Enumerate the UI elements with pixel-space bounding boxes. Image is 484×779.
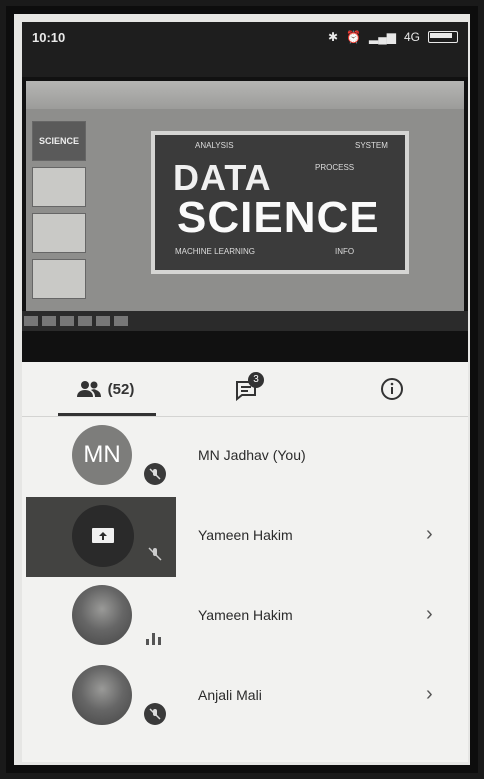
phone-screen: 10:10 ✱ ⏰ ▂▄▆ 4G SCIENCE ANALYSIS SYSTEM… bbox=[22, 22, 468, 762]
slide-thumbnail bbox=[32, 167, 86, 207]
avatar bbox=[72, 585, 132, 645]
bluetooth-icon: ✱ bbox=[328, 30, 339, 44]
chat-unread-badge: 3 bbox=[248, 372, 264, 388]
avatar bbox=[72, 665, 132, 725]
status-bar: 10:10 ✱ ⏰ ▂▄▆ 4G bbox=[22, 22, 468, 77]
info-icon bbox=[381, 378, 403, 400]
active-tab-indicator bbox=[58, 413, 156, 416]
chevron-right-icon[interactable]: › bbox=[426, 603, 433, 626]
shared-screen-video[interactable]: SCIENCE ANALYSIS SYSTEM PROCESS DATA SCI… bbox=[22, 77, 468, 362]
speaking-indicator-icon bbox=[146, 629, 168, 645]
tab-info[interactable] bbox=[362, 362, 422, 416]
people-icon bbox=[76, 381, 101, 397]
mic-off-icon bbox=[144, 463, 166, 485]
mic-off-icon bbox=[144, 703, 166, 725]
slide-thumbnail: SCIENCE bbox=[32, 121, 86, 161]
signal-icon: ▂▄▆ bbox=[369, 30, 396, 44]
app-ribbon bbox=[26, 81, 464, 109]
slide-label: SYSTEM bbox=[355, 141, 388, 150]
tab-people[interactable]: (52) bbox=[50, 362, 160, 416]
present-screen-icon bbox=[92, 528, 114, 543]
slide-thumbnails: SCIENCE bbox=[32, 121, 88, 305]
avatar: MN bbox=[72, 425, 132, 485]
avatar bbox=[72, 505, 134, 567]
slide-label: ANALYSIS bbox=[195, 141, 234, 150]
participant-row[interactable]: MN MN Jadhav (You) bbox=[22, 417, 468, 497]
slide-label: INFO bbox=[335, 247, 355, 256]
participant-row[interactable]: Anjali Mali › bbox=[22, 657, 468, 737]
participant-name: Yameen Hakim bbox=[198, 607, 293, 623]
participant-name: Yameen Hakim bbox=[198, 527, 293, 543]
status-time: 10:10 bbox=[32, 30, 66, 45]
slide-thumbnail bbox=[32, 213, 86, 253]
battery-icon bbox=[428, 31, 458, 43]
people-count: (52) bbox=[107, 380, 135, 398]
current-slide: ANALYSIS SYSTEM PROCESS DATA SCIENCE MAC… bbox=[151, 131, 409, 274]
status-icons: ✱ ⏰ ▂▄▆ 4G bbox=[328, 30, 458, 44]
avatar-initials: MN bbox=[83, 441, 121, 468]
windows-taskbar bbox=[22, 311, 468, 331]
participant-list: MN MN Jadhav (You) Yameen Hakim › Yameen… bbox=[22, 417, 468, 737]
slide-label: MACHINE LEARNING bbox=[175, 247, 256, 256]
slide-thumbnail bbox=[32, 259, 86, 299]
meeting-tabs: (52) 3 bbox=[22, 362, 468, 417]
slide-label: PROCESS bbox=[315, 163, 355, 172]
slide-title-line2: SCIENCE bbox=[177, 193, 380, 242]
chevron-right-icon[interactable]: › bbox=[426, 523, 433, 546]
participant-name: MN Jadhav (You) bbox=[198, 447, 306, 463]
participant-row[interactable]: Yameen Hakim › bbox=[22, 497, 468, 577]
network-type: 4G bbox=[403, 30, 420, 44]
tab-chat[interactable]: 3 bbox=[212, 362, 282, 416]
participant-name: Anjali Mali bbox=[198, 687, 262, 703]
mic-off-icon bbox=[144, 543, 166, 565]
participant-row[interactable]: Yameen Hakim › bbox=[22, 577, 468, 657]
alarm-icon: ⏰ bbox=[346, 30, 362, 44]
presentation-screen: SCIENCE ANALYSIS SYSTEM PROCESS DATA SCI… bbox=[26, 81, 464, 311]
chevron-right-icon[interactable]: › bbox=[426, 683, 433, 706]
